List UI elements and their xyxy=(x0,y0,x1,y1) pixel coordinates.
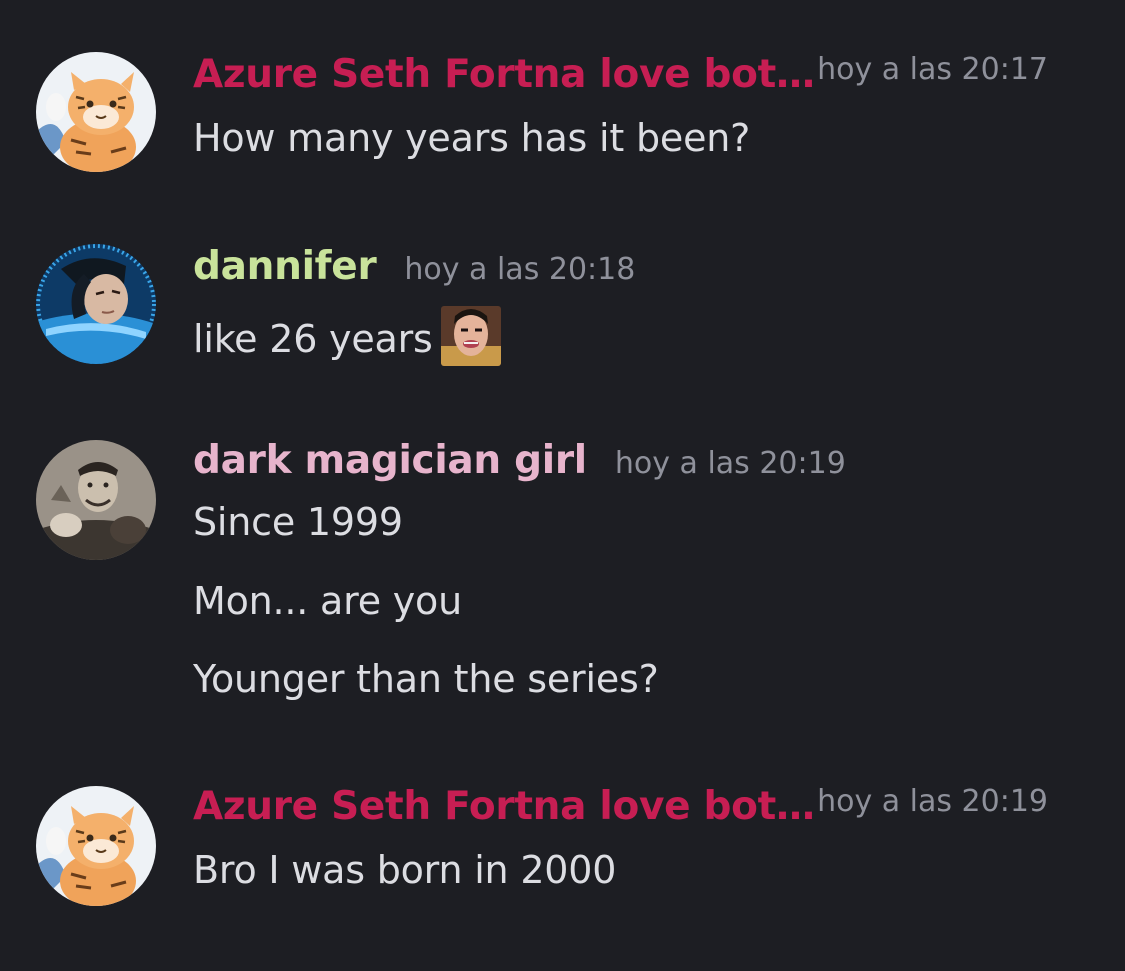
message-text: Bro I was born in 2000 xyxy=(193,848,617,892)
message-header: Azure Seth Fortna love bot… hoy a las 20… xyxy=(193,52,1086,102)
author-name[interactable]: dark magician girl xyxy=(193,438,587,483)
author-name[interactable]: Azure Seth Fortna love bot… xyxy=(193,784,815,829)
avatar-dannifer[interactable] xyxy=(36,244,156,364)
avatar-dark-magician-girl[interactable] xyxy=(36,440,156,560)
avatar-tiger[interactable] xyxy=(36,52,156,172)
character-avatar-icon xyxy=(36,244,156,364)
tiger-avatar-icon xyxy=(36,52,156,172)
message-text-content: like 26 years xyxy=(193,317,433,361)
message-header: Azure Seth Fortna love bot… hoy a las 20… xyxy=(193,784,1086,834)
custom-face-emoji-icon[interactable] xyxy=(440,306,501,366)
message-text: Younger than the series? xyxy=(193,657,659,701)
timestamp: hoy a las 20:17 xyxy=(817,52,1048,87)
tiger-avatar-icon xyxy=(36,786,156,906)
message-text: like 26 years xyxy=(193,306,501,366)
message-text: Since 1999 xyxy=(193,500,403,544)
avatar-tiger[interactable] xyxy=(36,786,156,906)
message-header: dark magician girl hoy a las 20:19 xyxy=(193,438,846,488)
message-header: dannifer hoy a las 20:18 xyxy=(193,244,635,294)
timestamp: hoy a las 20:19 xyxy=(817,784,1048,819)
author-name[interactable]: dannifer xyxy=(193,244,377,289)
photo-avatar-icon xyxy=(36,440,156,560)
message-text: Mon... are you xyxy=(193,579,462,623)
timestamp: hoy a las 20:18 xyxy=(404,252,636,287)
author-name[interactable]: Azure Seth Fortna love bot… xyxy=(193,52,815,97)
timestamp: hoy a las 20:19 xyxy=(614,446,846,481)
message-text: How many years has it been? xyxy=(193,116,751,160)
